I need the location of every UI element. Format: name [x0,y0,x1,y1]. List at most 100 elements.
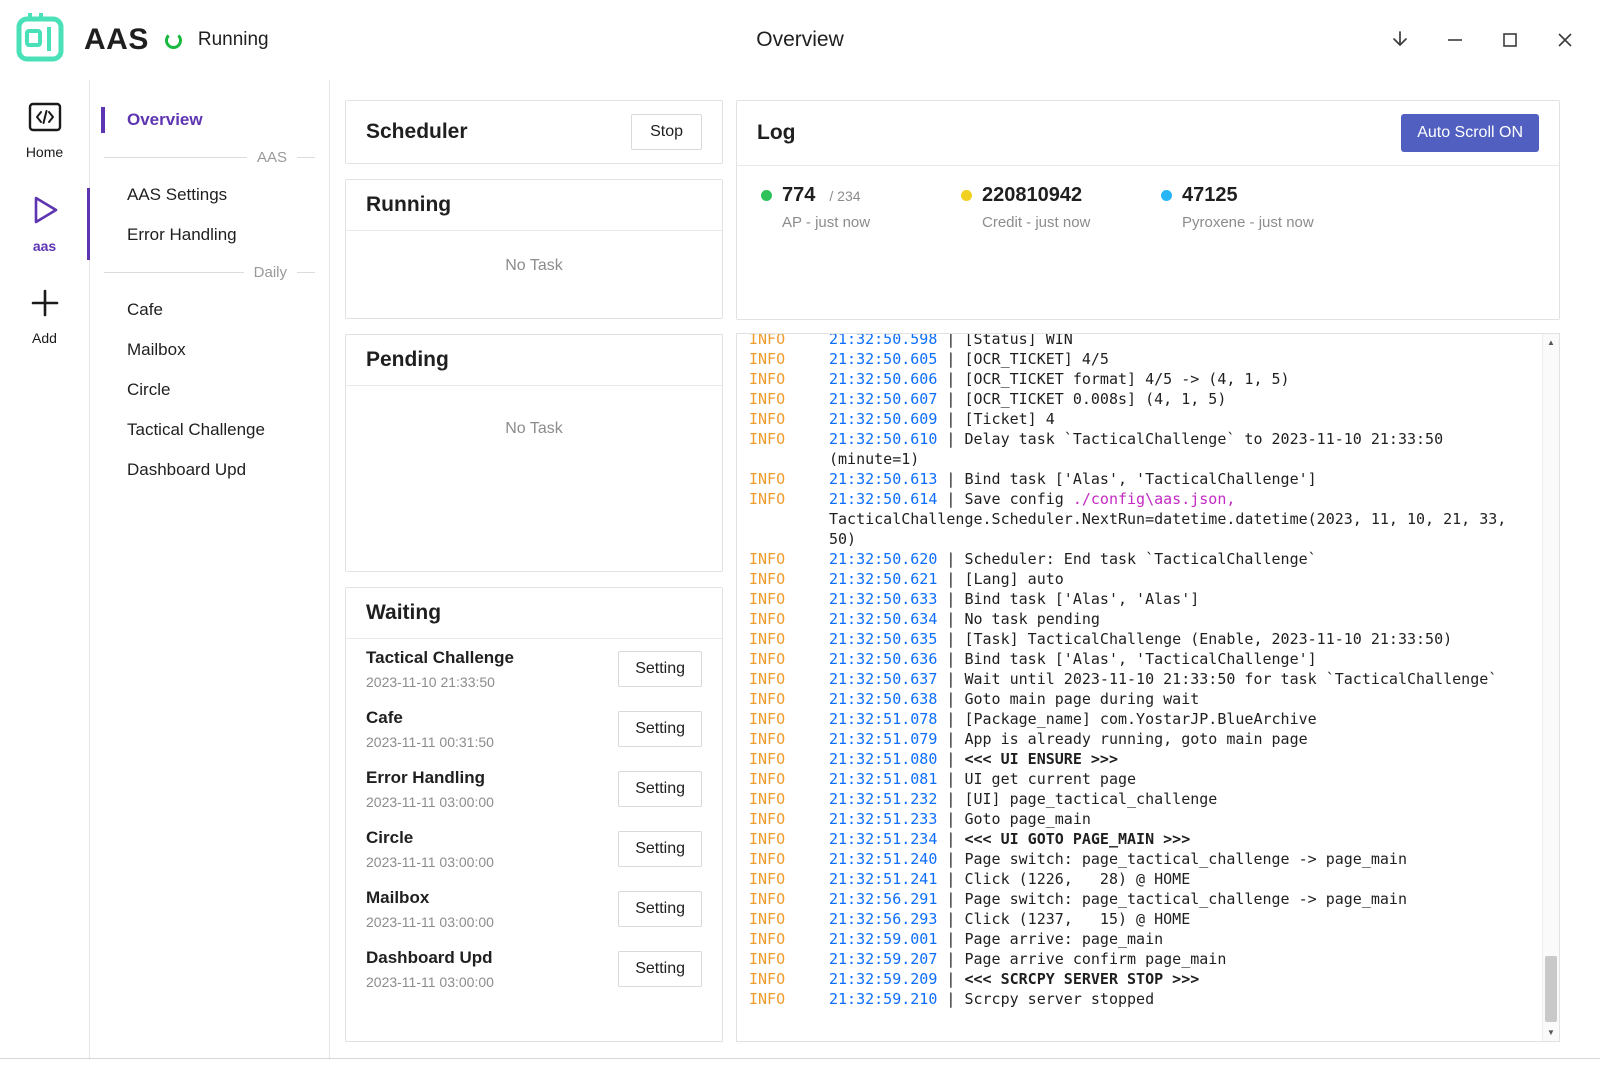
log-line: INFO21:32:50.634 | No task pending [749,609,1542,629]
rail-item-add[interactable]: Add [0,284,89,350]
setting-button[interactable]: Setting [618,831,702,867]
log-line: INFO21:32:51.080 | <<< UI ENSURE >>> [749,749,1542,769]
menu-sidebar: Overview AAS AAS Settings Error Handling… [90,80,330,1058]
log-line: INFO21:32:51.233 | Goto page_main [749,809,1542,829]
menu-item-cafe[interactable]: Cafe [90,290,329,330]
menu-item-dashboard-upd[interactable]: Dashboard Upd [90,450,329,490]
page-title: Overview [756,28,844,52]
log-line: INFO21:32:56.291 | Page switch: page_tac… [749,889,1542,909]
log-card: Log Auto Scroll ON 774 / 234 AP - just n… [736,100,1560,320]
log-line: INFO21:32:50.605 | [OCR_TICKET] 4/5 [749,349,1542,369]
task-time: 2023-11-11 03:00:00 [366,914,494,930]
log-line: INFO21:32:50.620 | Scheduler: End task `… [749,549,1542,569]
log-line: INFO21:32:50.635 | [Task] TacticalChalle… [749,629,1542,649]
pending-card: Pending No Task [345,334,723,572]
log-scrollbar[interactable]: ▲ ▼ [1542,334,1559,1041]
log-column: Log Auto Scroll ON 774 / 234 AP - just n… [736,100,1560,1042]
log-line: INFO21:32:50.638 | Goto main page during… [749,689,1542,709]
waiting-task: Dashboard Upd 2023-11-11 03:00:00 Settin… [346,939,722,999]
menu-item-error-handling[interactable]: Error Handling [90,215,329,255]
log-title: Log [757,121,795,145]
menu-item-tactical-challenge[interactable]: Tactical Challenge [90,410,329,450]
log-line: INFO21:32:50.621 | [Lang] auto [749,569,1542,589]
task-time: 2023-11-11 03:00:00 [366,974,494,990]
stat-caption: Credit - just now [982,214,1161,231]
waiting-task: Mailbox 2023-11-11 03:00:00 Setting [346,879,722,939]
setting-button[interactable]: Setting [618,951,702,987]
task-name: Tactical Challenge [366,648,514,668]
rail-label: Add [32,330,57,346]
log-line: INFO21:32:51.234 | <<< UI GOTO PAGE_MAIN… [749,829,1542,849]
titlebar: AAS Running Overview [0,0,1600,80]
running-title: Running [366,193,451,217]
menu-item-circle[interactable]: Circle [90,370,329,410]
log-line: INFO21:32:59.210 | Scrcpy server stopped [749,989,1542,1009]
log-line: INFO21:32:51.081 | UI get current page [749,769,1542,789]
task-name: Mailbox [366,888,494,908]
menu-section-label: Daily [254,264,287,281]
pending-empty-text: No Task [346,386,722,438]
menu-item-mailbox[interactable]: Mailbox [90,330,329,370]
stat-value: 774 [782,184,815,207]
task-name: Dashboard Upd [366,948,494,968]
stat-caption: AP - just now [782,214,961,231]
pending-title: Pending [366,348,449,372]
log-line: INFO21:32:50.613 | Bind task ['Alas', 'T… [749,469,1542,489]
log-line: INFO21:32:50.607 | [OCR_TICKET 0.008s] (… [749,389,1542,409]
stat-caption: Pyroxene - just now [1182,214,1361,231]
log-line: INFO21:32:50.610 | Delay task `TacticalC… [749,429,1542,469]
auto-scroll-button[interactable]: Auto Scroll ON [1401,114,1539,152]
scroll-up-icon[interactable]: ▲ [1543,334,1559,351]
log-line: INFO21:32:50.614 | Save config ./config\… [749,489,1542,549]
stat-value: 47125 [1182,184,1238,207]
running-card: Running No Task [345,179,723,319]
log-line: INFO21:32:50.598 | [Status] WIN [749,333,1542,349]
log-lines: INFO21:32:50.598 | [Status] WININFO21:32… [749,333,1542,1009]
stat-value: 220810942 [982,184,1082,207]
play-icon [30,194,60,231]
menu-item-aas-settings[interactable]: AAS Settings [90,175,329,215]
setting-button[interactable]: Setting [618,891,702,927]
log-line: INFO21:32:51.241 | Click (1226, 28) @ HO… [749,869,1542,889]
task-name: Circle [366,828,494,848]
setting-button[interactable]: Setting [618,651,702,687]
close-icon[interactable] [1537,10,1592,70]
setting-button[interactable]: Setting [618,711,702,747]
log-line: INFO21:32:59.207 | Page arrive confirm p… [749,949,1542,969]
minimize-icon[interactable] [1427,10,1482,70]
waiting-card: Waiting Tactical Challenge 2023-11-10 21… [345,587,723,1042]
log-line: INFO21:32:51.078 | [Package_name] com.Yo… [749,709,1542,729]
log-line: INFO21:32:59.209 | <<< SCRCPY SERVER STO… [749,969,1542,989]
run-status: Running [198,29,269,51]
log-line: INFO21:32:56.293 | Click (1237, 15) @ HO… [749,909,1542,929]
task-time: 2023-11-11 00:31:50 [366,734,494,750]
window-controls [1372,0,1592,80]
rail-item-aas[interactable]: aas [0,190,89,258]
log-line: INFO21:32:50.633 | Bind task ['Alas', 'A… [749,589,1542,609]
log-line: INFO21:32:50.609 | [Ticket] 4 [749,409,1542,429]
app-name: AAS [84,23,149,57]
app-logo-icon [12,9,70,72]
stop-button[interactable]: Stop [631,114,702,150]
rail-item-home[interactable]: Home [0,98,89,164]
main-content: Scheduler Stop Running No Task Pending N… [330,80,1600,1058]
scrollbar-thumb[interactable] [1545,956,1557,1022]
setting-button[interactable]: Setting [618,771,702,807]
credit-dot-icon [961,190,972,201]
waiting-task: Tactical Challenge 2023-11-10 21:33:50 S… [346,639,722,699]
scroll-down-icon[interactable]: ▼ [1543,1024,1559,1041]
stat-suffix: / 234 [829,188,860,204]
stat-ap: 774 / 234 AP - just now [761,184,961,231]
task-time: 2023-11-10 21:33:50 [366,674,514,690]
update-download-icon[interactable] [1372,10,1427,70]
ap-dot-icon [761,190,772,201]
menu-section-label: AAS [257,149,287,166]
menu-item-overview[interactable]: Overview [90,100,329,140]
maximize-icon[interactable] [1482,10,1537,70]
log-console[interactable]: INFO21:32:50.598 | [Status] WININFO21:32… [736,333,1560,1042]
waiting-task: Error Handling 2023-11-11 03:00:00 Setti… [346,759,722,819]
log-line: INFO21:32:50.606 | [OCR_TICKET format] 4… [749,369,1542,389]
log-line: INFO21:32:59.001 | Page arrive: page_mai… [749,929,1542,949]
menu-section-daily: Daily [90,255,329,290]
stat-pyroxene: 47125 Pyroxene - just now [1161,184,1361,231]
